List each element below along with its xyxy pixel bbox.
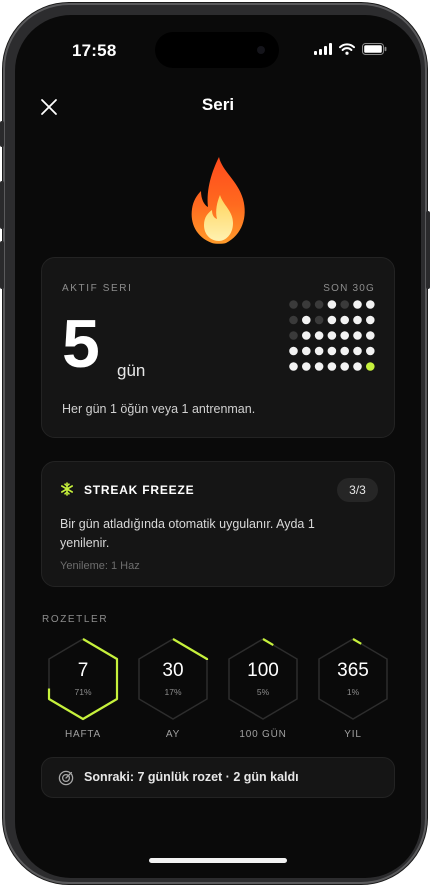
activity-dot bbox=[340, 346, 349, 356]
badge-year[interactable]: 365 1% YIL bbox=[314, 635, 392, 740]
last-30-days-label: SON 30G bbox=[323, 283, 375, 294]
battery-icon bbox=[362, 43, 387, 55]
badge-percent: 5% bbox=[256, 687, 270, 697]
streak-unit: gün bbox=[117, 361, 146, 380]
next-badge-card: Sonraki: 7 günlük rozet · 2 gün kaldı bbox=[41, 757, 395, 798]
status-icons bbox=[314, 43, 387, 55]
activity-dot bbox=[327, 331, 337, 340]
activity-dot bbox=[314, 362, 324, 371]
activity-dot bbox=[327, 300, 337, 309]
activity-dot bbox=[302, 362, 311, 371]
volume-down-button bbox=[0, 241, 4, 289]
badge-name: AY bbox=[165, 729, 181, 740]
activity-dot bbox=[340, 315, 349, 325]
activity-dot bbox=[302, 315, 311, 325]
screen: 17:58 Seri AKTIF SERI SON 30G 5 gün Her … bbox=[15, 15, 421, 878]
streak-description: Her gün 1 öğün veya 1 antrenman. bbox=[62, 402, 256, 416]
streak-freeze-title: STREAK FREEZE bbox=[84, 483, 195, 497]
home-indicator[interactable] bbox=[149, 858, 287, 863]
streak-count: 5 bbox=[62, 306, 100, 382]
badge-percent: 17% bbox=[164, 687, 182, 697]
activity-dot bbox=[366, 315, 375, 325]
activity-dot bbox=[289, 346, 298, 356]
badge-percent: 1% bbox=[346, 687, 360, 697]
badge-value: 365 bbox=[337, 660, 369, 681]
page-title: Seri bbox=[201, 95, 235, 114]
activity-dot bbox=[366, 362, 375, 371]
activity-dot bbox=[327, 346, 337, 356]
badge-name: HAFTA bbox=[64, 729, 102, 740]
activity-dot bbox=[366, 331, 375, 340]
freeze-count-badge: 3/3 bbox=[337, 478, 378, 502]
activity-dot bbox=[353, 331, 362, 340]
badge-value: 100 bbox=[247, 660, 279, 681]
badge-value: 7 bbox=[77, 660, 89, 681]
cellular-signal-icon bbox=[314, 43, 332, 55]
active-streak-label: AKTIF SERI bbox=[62, 283, 133, 294]
badge-week[interactable]: 7 71% HAFTA bbox=[44, 635, 122, 740]
activity-dot bbox=[327, 362, 337, 371]
volume-up-button bbox=[0, 181, 4, 229]
activity-dot bbox=[302, 300, 311, 309]
activity-dot bbox=[327, 315, 337, 325]
power-button bbox=[426, 211, 430, 289]
activity-dot bbox=[353, 346, 362, 356]
activity-dot bbox=[353, 300, 362, 309]
activity-dot bbox=[366, 300, 375, 309]
fire-icon bbox=[191, 157, 245, 244]
streak-freeze-card: STREAK FREEZE 3/3 Bir gün atladığında ot… bbox=[41, 461, 395, 587]
wifi-icon bbox=[339, 43, 355, 55]
badge-name: 100 GÜN bbox=[239, 729, 287, 740]
activity-dot bbox=[314, 300, 324, 309]
snowflake-icon bbox=[61, 482, 73, 496]
activity-dot bbox=[340, 300, 349, 309]
activity-dot bbox=[289, 315, 298, 325]
badges-label: ROZETLER bbox=[42, 614, 109, 625]
target-icon bbox=[58, 770, 74, 786]
activity-dot bbox=[340, 331, 349, 340]
badge-month[interactable]: 30 17% AY bbox=[134, 635, 212, 740]
next-badge-text: Sonraki: 7 günlük rozet · 2 gün kaldı bbox=[84, 770, 299, 784]
badge-name: YIL bbox=[344, 729, 362, 740]
renewal-date: Yenileme: 1 Haz bbox=[60, 560, 140, 572]
action-button bbox=[0, 121, 4, 147]
activity-dot bbox=[314, 315, 324, 325]
activity-dot bbox=[289, 300, 298, 309]
badge-100-days[interactable]: 100 5% 100 GÜN bbox=[224, 635, 302, 740]
badge-percent: 71% bbox=[74, 687, 92, 697]
activity-dot bbox=[353, 362, 362, 371]
status-time: 17:58 bbox=[72, 41, 117, 60]
activity-dot bbox=[289, 362, 298, 371]
activity-dot bbox=[366, 346, 375, 356]
badge-value: 30 bbox=[162, 660, 184, 681]
active-streak-card: AKTIF SERI SON 30G 5 gün Her gün 1 öğün … bbox=[41, 257, 395, 438]
activity-dot bbox=[353, 315, 362, 325]
activity-dot-grid bbox=[289, 300, 375, 371]
dynamic-island bbox=[155, 32, 279, 68]
phone-frame: 17:58 Seri AKTIF SERI SON 30G 5 gün Her … bbox=[0, 3, 430, 884]
activity-dot bbox=[302, 346, 311, 356]
activity-dot bbox=[340, 362, 349, 371]
activity-dot bbox=[289, 331, 298, 340]
activity-dot bbox=[314, 331, 324, 340]
activity-dot bbox=[302, 331, 311, 340]
streak-freeze-description: Bir gün atladığında otomatik uygulanır. … bbox=[60, 517, 315, 550]
activity-dot bbox=[314, 346, 324, 356]
